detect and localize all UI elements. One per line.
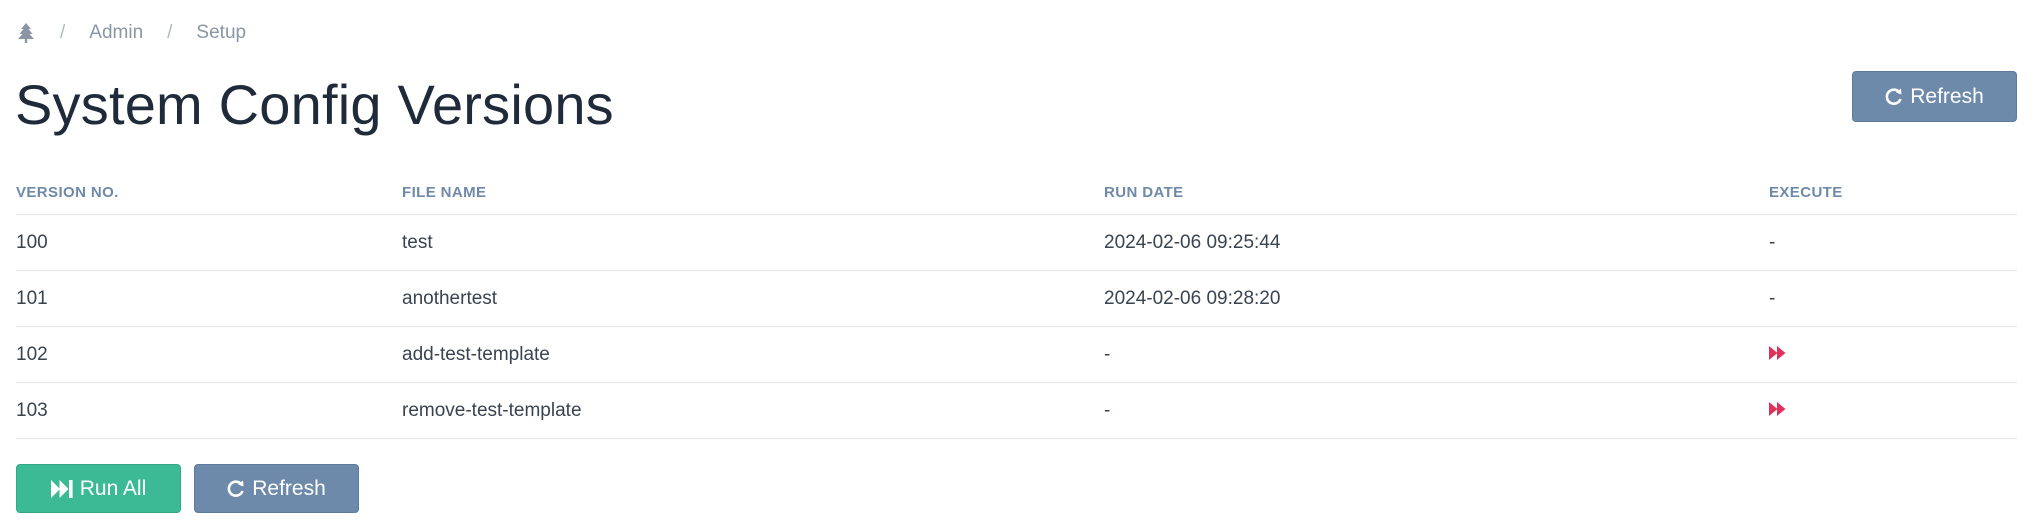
execute-cell: - xyxy=(1769,214,2017,271)
column-header-execute: EXECUTE xyxy=(1769,170,2017,215)
column-header-version[interactable]: VERSION NO. xyxy=(16,170,402,215)
run-date-cell: 2024-02-06 09:25:44 xyxy=(1104,214,1769,271)
fast-forward-icon[interactable] xyxy=(1769,401,1787,416)
file-name-cell: test xyxy=(402,214,1104,271)
refresh-button[interactable]: Refresh xyxy=(194,464,359,513)
run-date-cell: - xyxy=(1104,382,1769,439)
refresh-label: Refresh xyxy=(252,476,326,500)
table-row: 102 add-test-template - xyxy=(16,326,2017,383)
version-cell: 102 xyxy=(16,326,402,383)
breadcrumb-separator: / xyxy=(167,22,173,43)
table-row: 100 test 2024-02-06 09:25:44 - xyxy=(16,214,2017,271)
version-cell: 101 xyxy=(16,270,402,327)
page-title: System Config Versions xyxy=(15,73,614,136)
version-cell: 103 xyxy=(16,382,402,439)
breadcrumb-setup: Setup xyxy=(196,22,247,43)
refresh-button[interactable]: Refresh xyxy=(1852,71,2017,122)
execute-cell xyxy=(1769,382,2017,439)
table-row: 103 remove-test-template - xyxy=(16,382,2017,439)
file-name-cell: add-test-template xyxy=(402,326,1104,383)
skip-forward-icon xyxy=(50,479,73,498)
version-cell: 100 xyxy=(16,214,402,271)
breadcrumb-admin[interactable]: Admin xyxy=(89,22,143,44)
fast-forward-icon[interactable] xyxy=(1769,345,1787,360)
run-all-label: Run All xyxy=(79,476,147,500)
run-all-button[interactable]: Run All xyxy=(16,464,181,513)
file-name-cell: remove-test-template xyxy=(402,382,1104,439)
refresh-label: Refresh xyxy=(1910,84,1984,108)
tree-icon[interactable] xyxy=(18,22,36,44)
file-name-cell: anothertest xyxy=(402,270,1104,327)
breadcrumb: / Admin / Setup xyxy=(18,20,246,46)
versions-table: VERSION NO. FILE NAME RUN DATE EXECUTE 1… xyxy=(16,170,2017,439)
refresh-icon xyxy=(227,479,245,498)
run-date-cell: - xyxy=(1104,326,1769,383)
execute-cell: - xyxy=(1769,270,2017,327)
column-header-run-date[interactable]: RUN DATE xyxy=(1104,170,1769,215)
execute-cell xyxy=(1769,326,2017,383)
run-date-cell: 2024-02-06 09:28:20 xyxy=(1104,270,1769,327)
table-header-row: VERSION NO. FILE NAME RUN DATE EXECUTE xyxy=(16,170,2017,215)
column-header-file-name[interactable]: FILE NAME xyxy=(402,170,1104,215)
refresh-icon xyxy=(1885,87,1903,106)
breadcrumb-separator: / xyxy=(60,22,66,43)
table-row: 101 anothertest 2024-02-06 09:28:20 - xyxy=(16,270,2017,327)
